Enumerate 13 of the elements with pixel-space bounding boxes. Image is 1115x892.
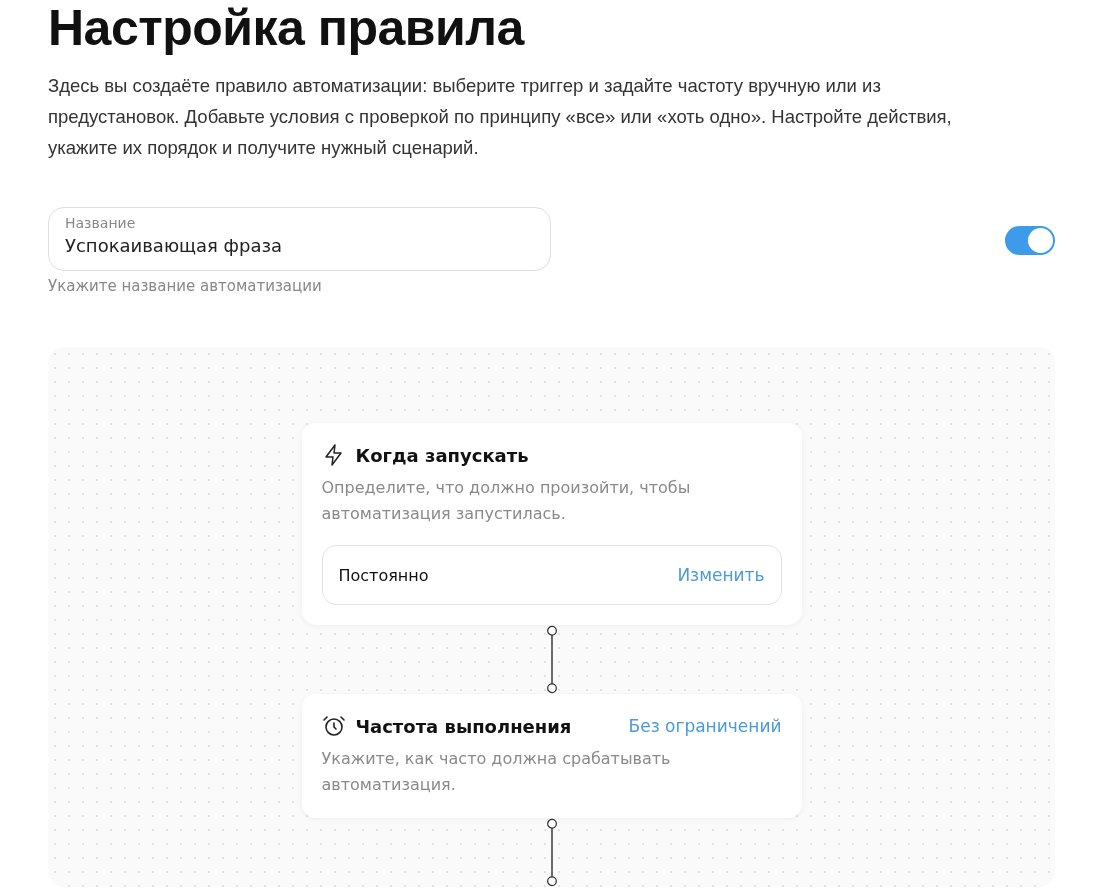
step-description: Определите, что должно произойти, чтобы автоматизация запустилась. — [321, 477, 692, 525]
field-hint: Укажите название автоматизации — [48, 277, 323, 295]
step-title: Частота выполнения — [355, 715, 572, 737]
name-field[interactable]: Название Успокаивающая фраза — [48, 207, 551, 271]
step-title: Когда запускать — [355, 444, 529, 466]
step-description: Укажите, как часто должна срабатывать автоматизация. — [321, 748, 672, 796]
field-label: Название — [65, 214, 137, 232]
page-title: Настройка правила — [48, 0, 526, 58]
enable-toggle[interactable] — [1005, 226, 1055, 255]
name-input[interactable]: Успокаивающая фраза — [65, 235, 534, 256]
alarm-clock-icon — [321, 714, 346, 738]
page-description: Здесь вы создаёте правило автоматизации: выберите триггер и задайте частоту вручную или из предустановок. Добавьте условия с проверкой по принципу «все» или «хоть одно». Настройте действия, укажите их порядок и получите нужный сценарий. — [48, 74, 953, 160]
option-value: Постоянно — [338, 565, 429, 585]
